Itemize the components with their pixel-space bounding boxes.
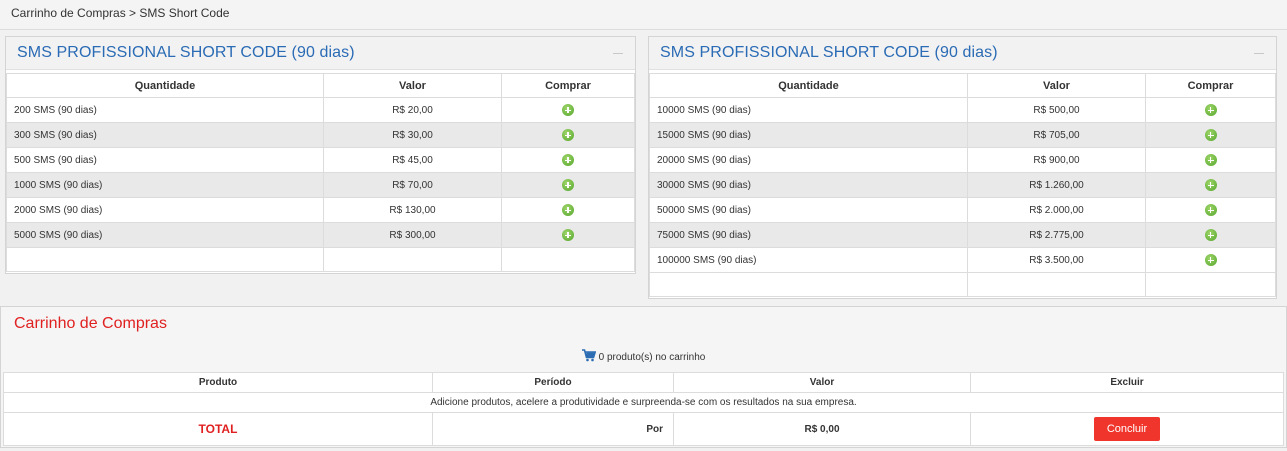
concluir-button[interactable]: Concluir bbox=[1093, 417, 1161, 441]
cart-title: Carrinho de Compras bbox=[14, 315, 167, 332]
plus-circle-icon[interactable] bbox=[1204, 154, 1217, 166]
cart-count-text: 0 produto(s) no carrinho bbox=[598, 352, 706, 363]
col-valor: Valor bbox=[673, 372, 971, 393]
quantity-cell: 1000 SMS (90 dias) bbox=[6, 172, 324, 198]
cart-section: Carrinho de Compras 0 produto(s) no carr… bbox=[0, 306, 1287, 448]
panel-title: SMS PROFISSIONAL SHORT CODE (90 dias) bbox=[660, 44, 998, 61]
price-cell: R$ 300,00 bbox=[323, 222, 502, 248]
plus-circle-icon[interactable] bbox=[1204, 179, 1217, 191]
panel-header: SMS PROFISSIONAL SHORT CODE (90 dias) bbox=[649, 37, 1276, 70]
plus-circle-icon[interactable] bbox=[562, 204, 574, 216]
total-value: R$ 0,00 bbox=[673, 412, 971, 446]
table-row: 200 SMS (90 dias) R$ 20,00 bbox=[6, 97, 635, 123]
price-cell: R$ 70,00 bbox=[323, 172, 502, 198]
cart-table: Produto Período Valor Excluir Adicione p… bbox=[3, 372, 1284, 446]
quantity-cell: 75000 SMS (90 dias) bbox=[649, 222, 968, 248]
price-cell: R$ 2.000,00 bbox=[967, 197, 1146, 223]
price-cell: R$ 30,00 bbox=[323, 122, 502, 148]
quantity-cell: 2000 SMS (90 dias) bbox=[6, 197, 324, 223]
quantity-cell: 30000 SMS (90 dias) bbox=[649, 172, 968, 198]
plus-circle-icon[interactable] bbox=[562, 154, 574, 166]
product-table-right: Quantidade Valor Comprar 10000 SMS (90 d… bbox=[649, 73, 1276, 297]
table-row: 20000 SMS (90 dias) R$ 900,00 bbox=[649, 147, 1276, 173]
price-cell: R$ 1.260,00 bbox=[967, 172, 1146, 198]
quantity-cell: 500 SMS (90 dias) bbox=[6, 147, 324, 173]
plus-circle-icon[interactable] bbox=[562, 229, 574, 241]
table-row: 75000 SMS (90 dias) R$ 2.775,00 bbox=[649, 222, 1276, 248]
plus-circle-icon[interactable] bbox=[562, 104, 574, 116]
price-cell: R$ 20,00 bbox=[323, 97, 502, 123]
table-row: 300 SMS (90 dias) R$ 30,00 bbox=[6, 122, 635, 148]
panel-left: SMS PROFISSIONAL SHORT CODE (90 dias) Qu… bbox=[5, 36, 636, 274]
empty-cart-message: Adicione produtos, acelere a produtivida… bbox=[3, 392, 1284, 413]
plus-circle-icon[interactable] bbox=[1204, 229, 1217, 241]
product-table-left: Quantidade Valor Comprar 200 SMS (90 dia… bbox=[6, 73, 635, 272]
col-valor: Valor bbox=[323, 73, 502, 98]
table-row: 2000 SMS (90 dias) R$ 130,00 bbox=[6, 197, 635, 223]
table-row-empty bbox=[649, 272, 1276, 297]
col-comprar: Comprar bbox=[1145, 73, 1276, 98]
table-row: 100000 SMS (90 dias) R$ 3.500,00 bbox=[649, 247, 1276, 273]
table-row: 15000 SMS (90 dias) R$ 705,00 bbox=[649, 122, 1276, 148]
table-row-empty bbox=[6, 247, 635, 272]
price-cell: R$ 130,00 bbox=[323, 197, 502, 223]
minus-icon[interactable] bbox=[1254, 53, 1264, 54]
col-produto: Produto bbox=[3, 372, 433, 393]
table-row: 1000 SMS (90 dias) R$ 70,00 bbox=[6, 172, 635, 198]
plus-circle-icon[interactable] bbox=[562, 179, 574, 191]
cart-count: 0 produto(s) no carrinho bbox=[1, 349, 1286, 365]
table-row: 50000 SMS (90 dias) R$ 2.000,00 bbox=[649, 197, 1276, 223]
plus-circle-icon[interactable] bbox=[562, 129, 574, 141]
minus-icon[interactable] bbox=[613, 53, 623, 54]
quantity-cell: 15000 SMS (90 dias) bbox=[649, 122, 968, 148]
quantity-cell: 10000 SMS (90 dias) bbox=[649, 97, 968, 123]
col-quantidade: Quantidade bbox=[6, 73, 324, 98]
col-quantidade: Quantidade bbox=[649, 73, 968, 98]
quantity-cell: 100000 SMS (90 dias) bbox=[649, 247, 968, 273]
quantity-cell: 5000 SMS (90 dias) bbox=[6, 222, 324, 248]
por-label: Por bbox=[432, 412, 674, 446]
col-periodo: Período bbox=[432, 372, 674, 393]
plus-circle-icon[interactable] bbox=[1204, 254, 1217, 266]
plus-circle-icon[interactable] bbox=[1204, 204, 1217, 216]
plus-circle-icon[interactable] bbox=[1204, 129, 1217, 141]
price-cell: R$ 45,00 bbox=[323, 147, 502, 173]
breadcrumb: Carrinho de Compras > SMS Short Code bbox=[0, 0, 1287, 30]
price-cell: R$ 705,00 bbox=[967, 122, 1146, 148]
table-row: 500 SMS (90 dias) R$ 45,00 bbox=[6, 147, 635, 173]
table-row: 10000 SMS (90 dias) R$ 500,00 bbox=[649, 97, 1276, 123]
col-valor: Valor bbox=[967, 73, 1146, 98]
table-row: 30000 SMS (90 dias) R$ 1.260,00 bbox=[649, 172, 1276, 198]
shopping-cart-icon bbox=[581, 349, 596, 365]
panel-right: SMS PROFISSIONAL SHORT CODE (90 dias) Qu… bbox=[648, 36, 1277, 299]
price-cell: R$ 2.775,00 bbox=[967, 222, 1146, 248]
price-cell: R$ 3.500,00 bbox=[967, 247, 1146, 273]
col-excluir: Excluir bbox=[970, 372, 1284, 393]
plus-circle-icon[interactable] bbox=[1204, 104, 1217, 116]
quantity-cell: 300 SMS (90 dias) bbox=[6, 122, 324, 148]
price-cell: R$ 500,00 bbox=[967, 97, 1146, 123]
panel-header: SMS PROFISSIONAL SHORT CODE (90 dias) bbox=[6, 37, 635, 70]
quantity-cell: 20000 SMS (90 dias) bbox=[649, 147, 968, 173]
table-row: 5000 SMS (90 dias) R$ 300,00 bbox=[6, 222, 635, 248]
price-cell: R$ 900,00 bbox=[967, 147, 1146, 173]
total-row: TOTAL Por R$ 0,00 Concluir bbox=[3, 412, 1284, 446]
panel-title: SMS PROFISSIONAL SHORT CODE (90 dias) bbox=[17, 44, 355, 61]
quantity-cell: 50000 SMS (90 dias) bbox=[649, 197, 968, 223]
quantity-cell: 200 SMS (90 dias) bbox=[6, 97, 324, 123]
col-comprar: Comprar bbox=[501, 73, 635, 98]
total-label: TOTAL bbox=[198, 422, 238, 436]
